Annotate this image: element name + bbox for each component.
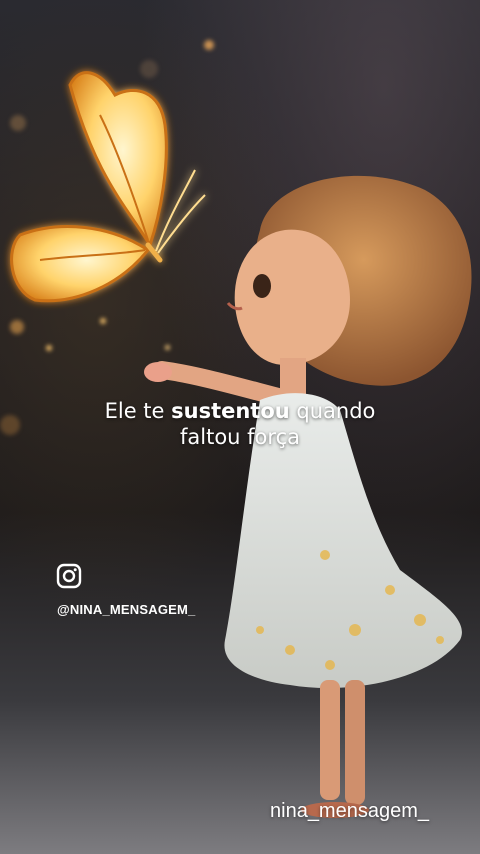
bokeh-light: [10, 320, 24, 334]
bokeh-light: [100, 318, 106, 324]
bokeh-light: [46, 345, 52, 351]
watermark: nina_mensagem_: [270, 800, 429, 822]
instagram-icon[interactable]: [56, 563, 82, 589]
little-girl-figure: [144, 175, 472, 818]
caption-text-end: quando: [289, 399, 376, 423]
caption-line-1: Ele te sustentou quando: [0, 398, 480, 424]
instagram-handle[interactable]: @NINA_MENSAGEM_: [57, 602, 195, 617]
caption-emphasis: sustentou: [171, 399, 290, 423]
video-frame: Ele te sustentou quando faltou força @NI…: [0, 0, 480, 854]
caption-line-2: faltou força: [180, 425, 300, 449]
hand: [144, 362, 172, 382]
quote-caption: Ele te sustentou quando faltou força: [0, 398, 480, 450]
bokeh-light: [204, 40, 214, 50]
caption-text-start: Ele te: [104, 399, 172, 423]
eye: [253, 274, 271, 298]
